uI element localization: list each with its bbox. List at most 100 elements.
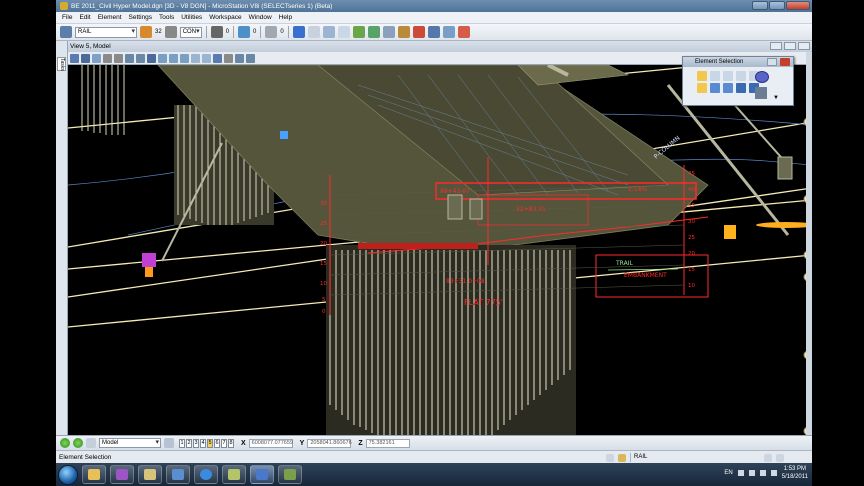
view-attributes-icon[interactable] — [70, 53, 79, 63]
z-coordinate-field[interactable]: 75.382161 — [365, 438, 410, 448]
element-selection-header[interactable]: Element Selection — [683, 57, 793, 67]
back-icon[interactable] — [60, 438, 70, 448]
view-5-viewport[interactable]: 99+43.07 2.14% 32+83.31 83+31 0+08 EMBAN… — [68, 65, 812, 435]
new-selection-icon[interactable] — [697, 83, 707, 93]
invert-selection-icon[interactable] — [736, 83, 746, 93]
status-save-icon[interactable] — [776, 453, 784, 462]
update-view-icon[interactable] — [92, 53, 101, 63]
menu-settings[interactable]: Settings — [129, 14, 153, 21]
view-button-2[interactable]: 2 — [186, 438, 192, 448]
dialog-close-button[interactable] — [780, 58, 790, 66]
window-area-icon[interactable] — [125, 53, 134, 63]
view-previous-icon[interactable] — [169, 53, 178, 63]
camera-icon[interactable] — [213, 53, 222, 63]
tray-flag-icon[interactable] — [748, 470, 755, 476]
menu-window[interactable]: Window — [249, 14, 272, 21]
transparency-value[interactable]: 0 — [253, 29, 256, 35]
title-bar[interactable]: BE 2011_Civil Hyper Model.dgn [3D - V8 D… — [56, 0, 812, 12]
copy-icon[interactable] — [322, 26, 335, 38]
select-circle-icon[interactable] — [736, 71, 746, 81]
menu-edit[interactable]: Edit — [79, 14, 90, 21]
zoom-in-icon[interactable] — [103, 53, 112, 63]
zoom-out-icon[interactable] — [114, 53, 123, 63]
active-level-icon[interactable] — [618, 453, 626, 462]
start-button[interactable] — [58, 464, 78, 485]
view-button-6[interactable]: 6 — [214, 438, 220, 448]
view-maximize-button[interactable] — [784, 42, 796, 50]
status-level[interactable]: RAIL — [630, 453, 760, 462]
y-coordinate-field[interactable]: 2058041.860676 — [307, 438, 352, 448]
references-icon[interactable] — [442, 26, 455, 38]
menu-utilities[interactable]: Utilities — [181, 14, 202, 21]
taskbar-ie[interactable] — [194, 465, 218, 484]
forward-icon[interactable] — [73, 438, 83, 448]
options-dropdown-icon[interactable]: ▼ — [773, 95, 779, 101]
language-indicator[interactable]: EN — [724, 470, 732, 476]
add-selection-icon[interactable] — [710, 83, 720, 93]
dimension-icon[interactable] — [397, 26, 410, 38]
view-button-4[interactable]: 4 — [200, 438, 206, 448]
view-button-1[interactable]: 1 — [179, 438, 185, 448]
view-button-5[interactable]: 5 — [207, 438, 213, 448]
info-icon[interactable] — [427, 26, 440, 38]
color-value[interactable]: 32 — [155, 29, 162, 35]
menu-file[interactable]: File — [62, 14, 72, 21]
tasks-tab[interactable]: Tasks — [57, 57, 66, 71]
taskbar-notes[interactable] — [222, 465, 246, 484]
measure-icon[interactable] — [382, 26, 395, 38]
views-icon[interactable] — [164, 438, 174, 448]
select-individual-icon[interactable] — [697, 71, 707, 81]
manipulate-icon[interactable] — [337, 26, 350, 38]
view-options-icon[interactable] — [246, 53, 255, 63]
standard-views-icon[interactable] — [235, 53, 244, 63]
taskbar-files[interactable] — [138, 465, 162, 484]
linestyle-icon[interactable] — [164, 26, 177, 38]
fit-view-icon[interactable] — [136, 53, 145, 63]
clock[interactable]: 1:53 PM 5/18/2011 — [782, 465, 808, 481]
x-coordinate-field[interactable]: 6008077.077659 — [248, 438, 293, 448]
taskbar-onenote[interactable] — [110, 465, 134, 484]
analyze-icon[interactable] — [412, 26, 425, 38]
model-icon[interactable] — [86, 438, 96, 448]
view-button-7[interactable]: 7 — [221, 438, 227, 448]
lock-icon[interactable] — [606, 453, 614, 462]
select-shape-icon[interactable] — [723, 71, 733, 81]
priority-value[interactable]: 0 — [280, 29, 283, 35]
view-button-3[interactable]: 3 — [193, 438, 199, 448]
model-3d-drawing[interactable]: 99+43.07 2.14% 32+83.31 83+31 0+08 EMBAN… — [68, 65, 812, 435]
taskbar-other[interactable] — [278, 465, 302, 484]
maximize-button[interactable] — [769, 1, 785, 10]
color-icon[interactable] — [140, 26, 152, 38]
select-block-icon[interactable] — [710, 71, 720, 81]
clip-mask-icon[interactable] — [202, 53, 211, 63]
model-combo[interactable]: Model — [99, 438, 161, 448]
right-scrollbar[interactable] — [806, 52, 812, 435]
menu-workspace[interactable]: Workspace — [209, 14, 241, 21]
menu-element[interactable]: Element — [98, 14, 122, 21]
taskbar-network[interactable] — [166, 465, 190, 484]
select-all-icon[interactable] — [755, 71, 769, 83]
level-manager-icon[interactable] — [60, 26, 72, 38]
tray-arrow-icon[interactable] — [737, 470, 744, 476]
dialog-minimize-button[interactable] — [767, 58, 777, 66]
view-close-button[interactable] — [798, 42, 810, 50]
pan-view-icon[interactable] — [158, 53, 167, 63]
linestyle-combo[interactable]: CON — [179, 26, 202, 38]
transparency-icon[interactable] — [238, 26, 251, 38]
subtract-selection-icon[interactable] — [723, 83, 733, 93]
priority-icon[interactable] — [265, 26, 278, 38]
view-minimize-button[interactable] — [770, 42, 782, 50]
rotate-view-icon[interactable] — [147, 53, 156, 63]
display-style-icon[interactable] — [81, 53, 90, 63]
status-sheet-icon[interactable] — [764, 453, 772, 462]
raster-icon[interactable] — [457, 26, 470, 38]
view-button-8[interactable]: 8 — [228, 438, 234, 448]
close-button[interactable] — [786, 1, 810, 10]
view-title-bar[interactable]: View 5, Model — [56, 41, 812, 52]
menu-tools[interactable]: Tools — [159, 14, 174, 21]
modify-icon[interactable] — [352, 26, 365, 38]
weight-value[interactable]: 0 — [226, 29, 229, 35]
weight-icon[interactable] — [210, 26, 223, 38]
minimize-button[interactable] — [752, 1, 768, 10]
taskbar-microstation[interactable] — [250, 465, 274, 484]
